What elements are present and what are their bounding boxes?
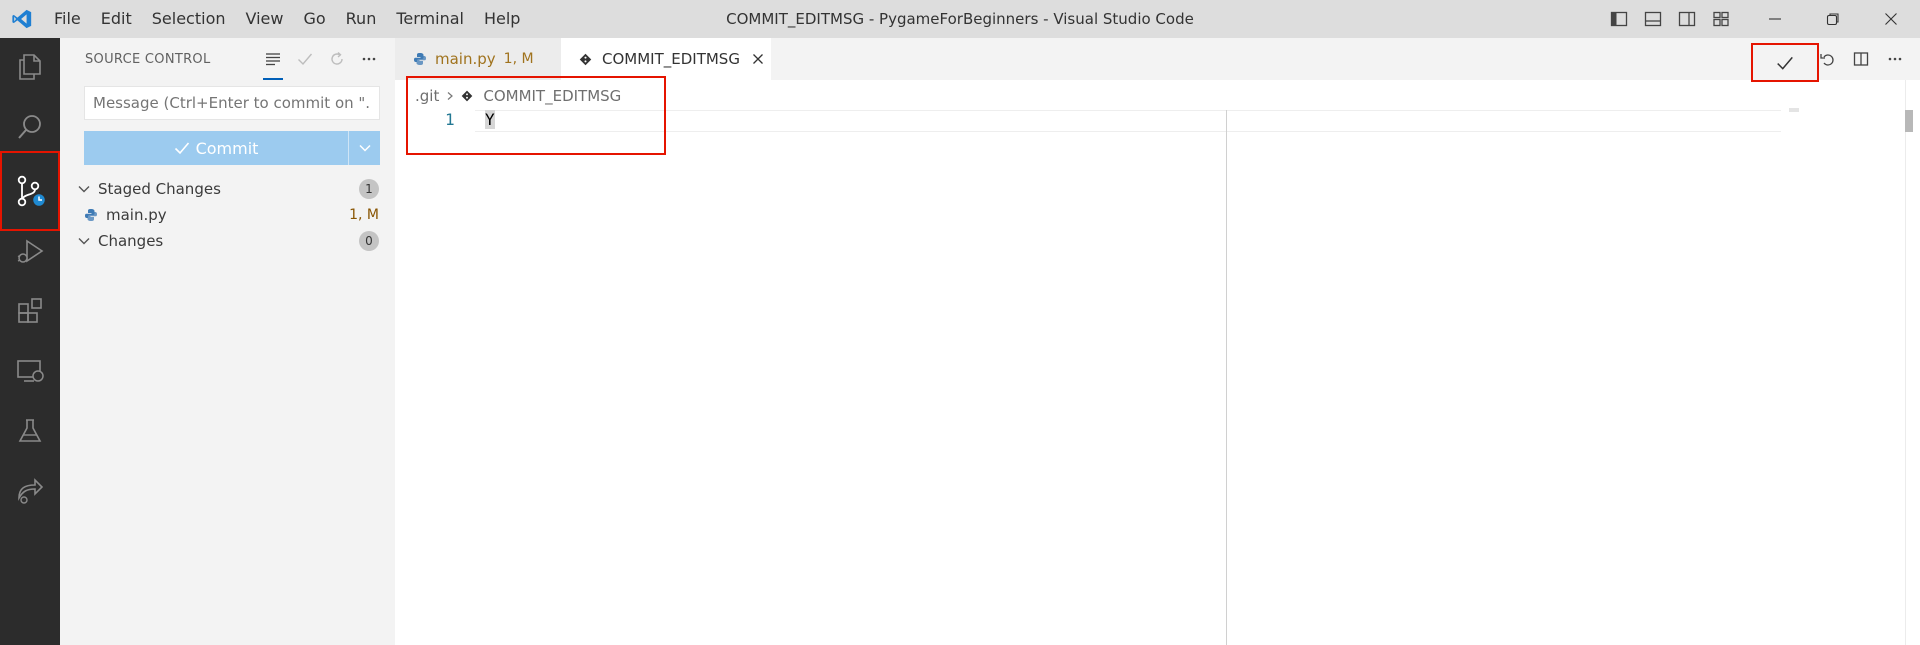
tab-commit-editmsg[interactable]: COMMIT_EDITMSG bbox=[561, 38, 771, 80]
sidebar-title: SOURCE CONTROL bbox=[85, 51, 211, 67]
commit-button-label: Commit bbox=[195, 138, 259, 158]
menu-help[interactable]: Help bbox=[474, 0, 530, 38]
menu-selection[interactable]: Selection bbox=[142, 0, 236, 38]
discard-undo-icon[interactable] bbox=[1810, 38, 1844, 80]
toggle-primary-sidebar-icon[interactable] bbox=[1602, 0, 1636, 38]
close-window-icon[interactable] bbox=[1862, 0, 1920, 38]
tab-commit-editmsg-label: COMMIT_EDITMSG bbox=[602, 50, 740, 68]
chevron-down-icon bbox=[76, 182, 92, 196]
changes-label: Changes bbox=[98, 232, 164, 250]
chevron-down-icon bbox=[76, 234, 92, 248]
git-file-icon bbox=[461, 90, 473, 102]
breadcrumb: .git COMMIT_EDITMSG bbox=[415, 84, 621, 108]
menu-run[interactable]: Run bbox=[336, 0, 387, 38]
commit-button[interactable]: Commit bbox=[84, 131, 348, 165]
explorer-icon[interactable] bbox=[0, 38, 60, 96]
title-controls bbox=[1602, 0, 1920, 38]
activity-bar bbox=[0, 38, 60, 645]
tab-main-py[interactable]: main.py 1, M bbox=[395, 38, 561, 80]
minimize-icon[interactable] bbox=[1746, 0, 1804, 38]
menu-terminal[interactable]: Terminal bbox=[386, 0, 474, 38]
breadcrumb-file[interactable]: COMMIT_EDITMSG bbox=[483, 87, 621, 105]
editor-area: main.py 1, M COMMIT_EDITMSG .git COMMIT_… bbox=[395, 38, 1920, 645]
menu-view[interactable]: View bbox=[236, 0, 294, 38]
title-bar: File Edit Selection View Go Run Terminal… bbox=[0, 0, 1920, 38]
vertical-scrollbar[interactable] bbox=[1905, 80, 1920, 645]
breadcrumb-folder[interactable]: .git bbox=[415, 87, 439, 105]
extensions-icon[interactable] bbox=[0, 282, 60, 340]
commit-check-icon[interactable] bbox=[289, 38, 321, 80]
remote-explorer-icon[interactable] bbox=[0, 342, 60, 400]
code-line[interactable]: Y bbox=[485, 110, 495, 129]
check-icon bbox=[174, 142, 189, 155]
search-icon[interactable] bbox=[0, 98, 60, 156]
more-actions-icon[interactable] bbox=[353, 38, 385, 80]
check-icon bbox=[1777, 56, 1793, 70]
menu-go[interactable]: Go bbox=[293, 0, 335, 38]
commit-button-group: Commit bbox=[84, 131, 380, 165]
run-debug-icon[interactable] bbox=[0, 222, 60, 280]
editor-tab-bar: main.py 1, M COMMIT_EDITMSG bbox=[395, 38, 1920, 82]
chevron-down-icon bbox=[358, 144, 371, 152]
live-share-icon[interactable] bbox=[0, 462, 60, 520]
menu-file[interactable]: File bbox=[44, 0, 91, 38]
more-actions-icon[interactable] bbox=[1878, 38, 1912, 80]
python-file-icon bbox=[413, 52, 427, 66]
accept-commit-message-button[interactable] bbox=[1751, 43, 1819, 82]
python-file-icon bbox=[84, 208, 98, 222]
tab-main-py-status: 1, M bbox=[503, 51, 534, 67]
vscode-logo-icon bbox=[0, 0, 44, 38]
changes-count-badge: 0 bbox=[359, 231, 379, 251]
staged-changes-group[interactable]: Staged Changes 1 bbox=[60, 176, 395, 202]
staged-file-item[interactable]: main.py 1, M bbox=[60, 202, 395, 228]
current-line-highlight bbox=[475, 110, 1781, 132]
sidebar-header: SOURCE CONTROL bbox=[60, 38, 395, 80]
split-editor-icon[interactable] bbox=[1844, 38, 1878, 80]
scrollbar-thumb[interactable] bbox=[1905, 110, 1913, 132]
toggle-panel-icon[interactable] bbox=[1636, 0, 1670, 38]
customize-layout-icon[interactable] bbox=[1704, 0, 1738, 38]
line-number: 1 bbox=[445, 110, 455, 129]
chevron-right-icon bbox=[445, 87, 455, 105]
sidebar-actions bbox=[257, 38, 385, 80]
commit-dropdown-button[interactable] bbox=[348, 131, 380, 165]
code-line-text: Y bbox=[485, 110, 495, 129]
close-tab-icon[interactable] bbox=[752, 53, 764, 65]
testing-icon[interactable] bbox=[0, 402, 60, 460]
tab-main-py-label: main.py bbox=[435, 50, 496, 68]
source-control-icon[interactable] bbox=[0, 151, 60, 231]
refresh-icon[interactable] bbox=[321, 38, 353, 80]
source-control-sidebar: SOURCE CONTROL Commit bbox=[60, 38, 395, 645]
editor-ruler bbox=[1226, 110, 1227, 645]
changes-group[interactable]: Changes 0 bbox=[60, 228, 395, 254]
git-file-icon bbox=[579, 53, 592, 66]
commit-message-input[interactable] bbox=[84, 86, 380, 120]
staged-changes-label: Staged Changes bbox=[98, 180, 221, 198]
restore-icon[interactable] bbox=[1804, 0, 1862, 38]
minimap bbox=[1789, 108, 1799, 112]
staged-count-badge: 1 bbox=[359, 179, 379, 199]
menu-bar: File Edit Selection View Go Run Terminal… bbox=[44, 0, 530, 38]
editor-actions bbox=[1810, 38, 1920, 80]
staged-file-name: main.py bbox=[106, 206, 167, 224]
staged-file-status: 1, M bbox=[349, 207, 379, 223]
view-as-list-icon[interactable] bbox=[257, 38, 289, 80]
menu-edit[interactable]: Edit bbox=[91, 0, 142, 38]
toggle-secondary-sidebar-icon[interactable] bbox=[1670, 0, 1704, 38]
